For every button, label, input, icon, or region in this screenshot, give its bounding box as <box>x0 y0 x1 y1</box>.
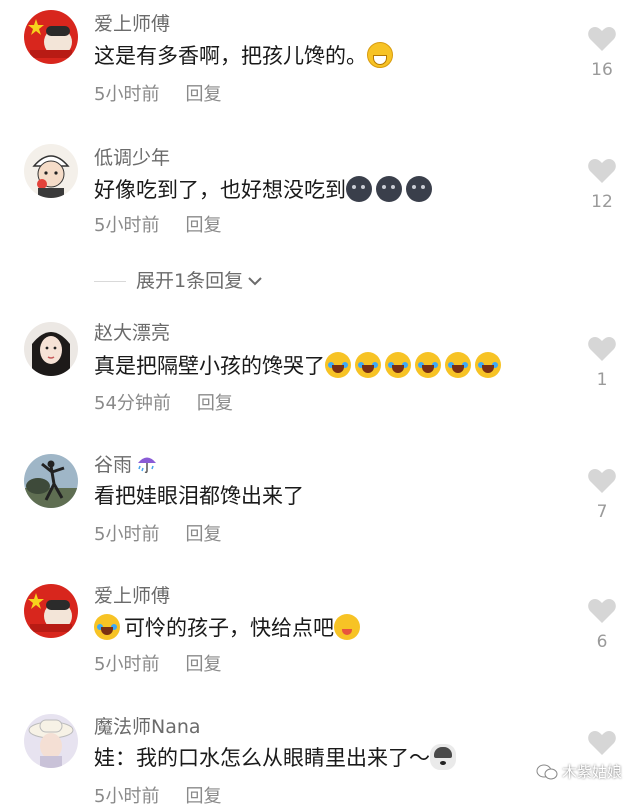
chevron-down-icon <box>248 277 262 286</box>
comment-text: 娃：我的口水怎么从眼睛里出来了～ <box>94 744 460 772</box>
avatar[interactable] <box>24 10 78 64</box>
like-button[interactable]: 12 <box>582 158 622 212</box>
comment-text-body: 娃：我的口水怎么从眼睛里出来了～ <box>94 746 430 770</box>
heart-icon <box>588 337 616 361</box>
cartoon-boy-avatar-icon <box>24 144 78 198</box>
laughing-tears-emoji-icon <box>385 352 411 378</box>
like-count: 12 <box>591 192 613 212</box>
avatar[interactable] <box>24 144 78 198</box>
comment-username[interactable]: 低调少年 <box>94 147 170 169</box>
husky-emoji-icon <box>430 744 456 770</box>
comment-text-body: 真是把隔壁小孩的馋哭了 <box>94 354 325 378</box>
expand-replies-label: 展开1条回复 <box>136 268 263 294</box>
comment-text-body: 这是有多香啊，把孩儿馋的。 <box>94 44 367 68</box>
comment-username[interactable]: 魔法师Nana <box>94 716 201 738</box>
like-count: 16 <box>591 60 613 80</box>
reply-button[interactable]: 回复 <box>197 393 233 414</box>
comment-time: 5小时前 <box>94 84 160 105</box>
heart-icon <box>588 599 616 623</box>
comment-username[interactable]: 爱上师傅 <box>94 585 170 607</box>
laughing-tears-emoji-icon <box>355 352 381 378</box>
watermark: 木紫姑娘 <box>536 761 622 782</box>
dark-face-emoji-icon <box>376 176 402 202</box>
comment-time: 5小时前 <box>94 524 160 545</box>
laughing-tears-emoji-icon <box>415 352 441 378</box>
dark-face-emoji-icon <box>346 176 372 202</box>
reply-button[interactable]: 回复 <box>185 524 221 545</box>
like-button[interactable]: 1 <box>582 336 622 390</box>
like-count: 7 <box>596 502 608 522</box>
comment-text-body: 好像吃到了，也好想没吃到 <box>94 178 346 202</box>
laughing-tears-emoji-icon <box>445 352 471 378</box>
avatar[interactable] <box>24 584 78 638</box>
heart-icon <box>588 159 616 183</box>
umbrella-rain-icon <box>138 457 157 474</box>
flag-avatar-icon <box>24 10 78 64</box>
reply-button[interactable]: 回复 <box>185 215 221 236</box>
comment-text: 可怜的孩子，快给点吧 <box>94 614 364 642</box>
wechat-icon <box>536 764 558 780</box>
grinning-emoji-icon <box>367 42 393 68</box>
comment-time: 54分钟前 <box>94 393 171 414</box>
girl-hat-avatar-icon <box>24 714 78 768</box>
comment-meta: 5小时前 回复 <box>94 84 221 106</box>
comment-time: 5小时前 <box>94 786 160 807</box>
expand-replies-text: 展开1条回复 <box>136 270 244 292</box>
like-button[interactable]: 6 <box>582 598 622 652</box>
laughing-tears-emoji-icon <box>94 614 120 640</box>
comment-meta: 5小时前 回复 <box>94 654 221 676</box>
comment-time: 5小时前 <box>94 654 160 675</box>
comment-username[interactable]: 赵大漂亮 <box>94 322 170 344</box>
divider <box>94 281 126 282</box>
avatar[interactable] <box>24 454 78 508</box>
comment-username[interactable]: 爱上师傅 <box>94 13 170 35</box>
comment-text-body: 可怜的孩子，快给点吧 <box>124 616 334 640</box>
comment-time: 5小时前 <box>94 215 160 236</box>
laughing-tears-emoji-icon <box>475 352 501 378</box>
avatar[interactable] <box>24 322 78 376</box>
watermark-text: 木紫姑娘 <box>561 763 622 781</box>
reply-button[interactable]: 回复 <box>185 654 221 675</box>
comment-text: 真是把隔壁小孩的馋哭了 <box>94 352 505 380</box>
like-button[interactable] <box>582 730 622 756</box>
comment-meta: 5小时前 回复 <box>94 786 221 808</box>
flag-avatar-icon <box>24 584 78 638</box>
reply-button[interactable]: 回复 <box>185 84 221 105</box>
comment-text: 好像吃到了，也好想没吃到 <box>94 176 436 204</box>
dancer-avatar-icon <box>24 454 78 508</box>
reply-button[interactable]: 回复 <box>185 786 221 807</box>
heart-icon <box>588 731 616 755</box>
like-button[interactable]: 7 <box>582 468 622 522</box>
expand-replies-button[interactable]: 展开1条回复 <box>94 268 494 296</box>
like-count: 1 <box>596 370 608 390</box>
comment-meta: 5小时前 回复 <box>94 215 221 237</box>
laughing-tears-emoji-icon <box>325 352 351 378</box>
woman-avatar-icon <box>24 322 78 376</box>
comment-meta: 54分钟前 回复 <box>94 393 233 415</box>
comment-username-text: 谷雨 <box>94 454 133 476</box>
like-button[interactable]: 16 <box>582 26 622 80</box>
heart-icon <box>588 469 616 493</box>
dark-face-emoji-icon <box>406 176 432 202</box>
comment-meta: 5小时前 回复 <box>94 524 221 546</box>
comment-text: 看把娃眼泪都馋出来了 <box>94 484 304 508</box>
heart-icon <box>588 27 616 51</box>
avatar[interactable] <box>24 714 78 768</box>
yum-emoji-icon <box>334 614 360 640</box>
comment-text: 这是有多香啊，把孩儿馋的。 <box>94 42 397 70</box>
comment-username[interactable]: 谷雨 <box>94 452 158 476</box>
like-count: 6 <box>596 632 608 652</box>
